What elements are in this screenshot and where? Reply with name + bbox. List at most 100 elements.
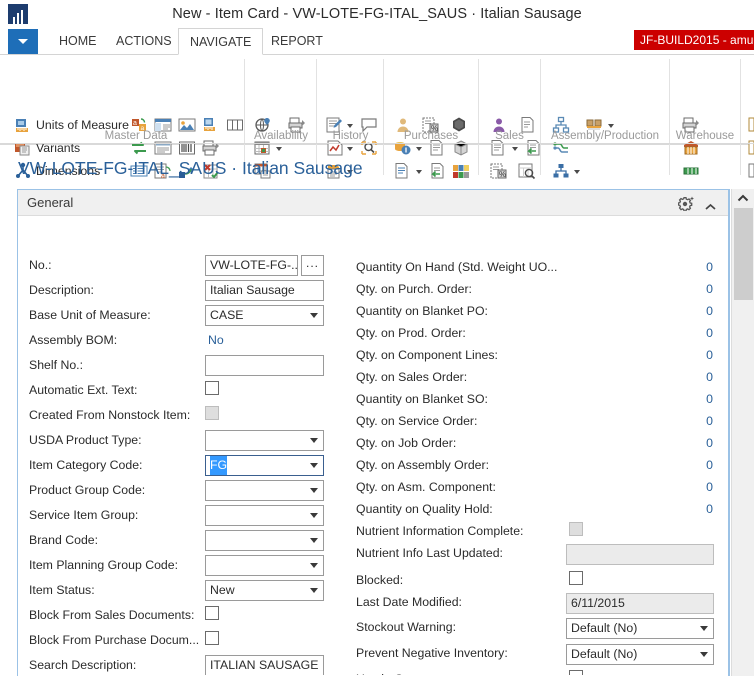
units-of-measure-icon[interactable] <box>14 116 32 134</box>
vertical-scrollbar[interactable] <box>731 189 754 676</box>
field-label-nutrient-information-complete: Nutrient Information Complete: <box>356 524 523 538</box>
cutoff-icon-2[interactable] <box>748 139 754 157</box>
field-label-brand-code: Brand Code: <box>29 533 98 547</box>
field-label-last-date-modified: Last Date Modified: <box>356 595 462 609</box>
cutoff-icon-1[interactable] <box>748 116 754 134</box>
chevron-down-icon <box>310 488 318 493</box>
field-label-qty-on-service-order: Qty. on Service Order: <box>356 414 477 428</box>
svg-text:a: a <box>133 120 137 127</box>
field-checkbox-block-from-sales-documents[interactable] <box>205 606 219 620</box>
return-order-icon[interactable] <box>428 162 446 180</box>
chevron-down-icon <box>310 313 318 318</box>
cutoff-icon-3[interactable] <box>748 162 754 180</box>
ribbon-separator <box>740 59 741 175</box>
tab-home[interactable]: HOME <box>48 28 108 55</box>
field-label-item-planning-group-code: Item Planning Group Code: <box>29 558 178 572</box>
field-combo-usda-product-type[interactable] <box>205 430 324 451</box>
field-input-description[interactable]: Italian Sausage <box>205 280 324 301</box>
field-input-no[interactable]: VW-LOTE-FG-... <box>205 255 298 276</box>
field-value-qty-on-service-order[interactable]: 0 <box>673 414 713 428</box>
where-used-icon[interactable] <box>552 162 570 180</box>
tab-actions[interactable]: ACTIONS <box>105 28 183 55</box>
sales-analysis-icon[interactable] <box>518 162 536 180</box>
field-checkbox-automatic-ext-text[interactable] <box>205 381 219 395</box>
field-combo-product-group-code[interactable] <box>205 480 324 501</box>
svg-text:%: % <box>499 170 506 179</box>
field-label-usda-product-type: USDA Product Type: <box>29 433 142 447</box>
chevron-down-icon[interactable] <box>276 147 282 151</box>
field-value-quantity-on-hand-std-weight[interactable]: 0 <box>673 260 713 274</box>
field-value-qty-on-purch-order[interactable]: 0 <box>673 282 713 296</box>
field-combo-item-category-code[interactable]: FG <box>205 455 324 476</box>
field-checkbox-blocked[interactable] <box>569 571 583 585</box>
chevron-down-icon <box>310 438 318 443</box>
field-checkbox-block-from-purchase-documents[interactable] <box>205 631 219 645</box>
field-input-shelf-no[interactable] <box>205 355 324 376</box>
field-combo-prevent-negative-inventory[interactable]: Default (No) <box>566 644 714 665</box>
chevron-down-icon <box>700 652 708 657</box>
item-card-window: New - Item Card - VW-LOTE-FG-ITAL_SAUS ·… <box>0 0 754 676</box>
scrollbar-thumb[interactable] <box>734 208 753 300</box>
field-label-blocked: Blocked: <box>356 573 403 587</box>
field-label-quantity-on-blanket-so: Quantity on Blanket SO: <box>356 392 488 406</box>
chevron-down-icon[interactable] <box>347 147 353 151</box>
field-combo-base-unit-of-measure[interactable]: CASE <box>205 305 324 326</box>
tab-navigate[interactable]: NAVIGATE <box>178 28 263 55</box>
item-categories-color-icon[interactable] <box>452 162 470 180</box>
field-combo-item-planning-group-code[interactable] <box>205 555 324 576</box>
field-combo-brand-code[interactable] <box>205 530 324 551</box>
field-label-no: No.: <box>29 258 52 272</box>
field-label-qty-on-assembly-order: Qty. on Assembly Order: <box>356 458 489 472</box>
chevron-up-icon[interactable] <box>705 198 716 206</box>
chevron-down-icon[interactable] <box>512 147 518 151</box>
field-value-qty-on-component-lines[interactable]: 0 <box>673 348 713 362</box>
field-value-quantity-on-blanket-po[interactable]: 0 <box>673 304 713 318</box>
scroll-up-button[interactable] <box>732 189 754 207</box>
field-value-qty-on-assembly-order[interactable]: 0 <box>673 458 713 472</box>
no-assist-edit-button[interactable]: ... <box>301 255 324 276</box>
general-fasttab-header[interactable]: General <box>18 190 728 216</box>
field-checkbox-use-in-commerce[interactable] <box>569 670 583 675</box>
general-fields: No.: VW-LOTE-FG-... ... Description: Ita… <box>18 216 728 675</box>
ribbon-group-label-history: History <box>318 130 383 142</box>
field-value-quantity-on-quality-hold[interactable]: 0 <box>673 502 713 516</box>
field-value-assembly-bom[interactable]: No <box>208 333 224 347</box>
field-input-nutrient-info-last-updated <box>566 544 714 565</box>
chevron-down-icon[interactable] <box>416 147 422 151</box>
general-fasttab: General No.: VW-LOTE-FG-... ... Descript… <box>17 189 729 676</box>
field-value-quantity-on-blanket-so[interactable]: 0 <box>673 392 713 406</box>
field-label-search-description: Search Description: <box>29 658 136 672</box>
window-title: New - Item Card - VW-LOTE-FG-ITAL_SAUS ·… <box>0 0 754 28</box>
chevron-down-icon <box>310 463 318 468</box>
bins-icon[interactable] <box>682 162 700 180</box>
field-label-automatic-ext-text: Automatic Ext. Text: <box>29 383 137 397</box>
field-input-search-description[interactable]: ITALIAN SAUSAGE <box>205 655 324 675</box>
ribbon-separator <box>478 59 479 175</box>
tab-report[interactable]: REPORT <box>260 28 334 55</box>
purchase-lines-icon[interactable] <box>394 162 412 180</box>
field-label-use-in-commerce: Use in Commerce: <box>356 672 458 675</box>
field-value-qty-on-job-order[interactable]: 0 <box>673 436 713 450</box>
field-value-qty-on-asm-component[interactable]: 0 <box>673 480 713 494</box>
card-right-border <box>729 189 730 676</box>
chevron-down-icon[interactable] <box>608 124 614 128</box>
ribbon-separator <box>540 59 541 175</box>
chevron-down-icon[interactable] <box>416 170 422 174</box>
sales-discounts-icon[interactable]: % <box>490 162 508 180</box>
variants-icon[interactable] <box>14 139 32 157</box>
field-value-qty-on-sales-order[interactable]: 0 <box>673 370 713 384</box>
field-label-assembly-bom: Assembly BOM: <box>29 333 117 347</box>
file-menu-button[interactable] <box>8 29 38 54</box>
ribbon-separator <box>383 59 384 175</box>
ribbon: Units of Measure Variants Dimensions a <box>0 55 754 145</box>
ribbon-group-label-warehouse: Warehouse <box>672 130 738 142</box>
chevron-down-icon[interactable] <box>347 124 353 128</box>
gear-settings-icon[interactable] <box>678 195 696 211</box>
field-combo-service-item-group[interactable] <box>205 505 324 526</box>
combo-value: CASE <box>210 306 244 325</box>
field-combo-item-status[interactable]: New <box>205 580 324 601</box>
field-combo-stockout-warning[interactable]: Default (No) <box>566 618 714 639</box>
field-checkbox-nutrient-information-complete <box>569 522 583 536</box>
chevron-down-icon[interactable] <box>574 170 580 174</box>
field-value-qty-on-prod-order[interactable]: 0 <box>673 326 713 340</box>
